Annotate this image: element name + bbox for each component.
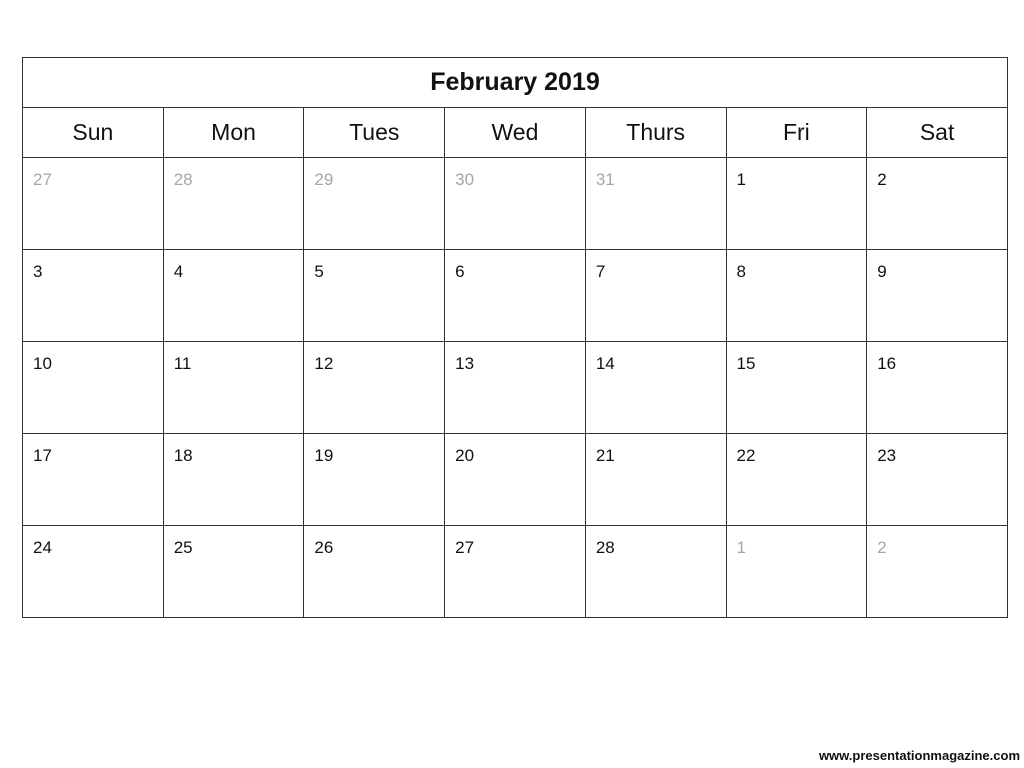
- day-cell[interactable]: 7: [584, 249, 727, 342]
- day-cell[interactable]: 10: [22, 341, 164, 434]
- day-cell-other-month[interactable]: 2: [866, 525, 1008, 618]
- day-cell[interactable]: 16: [866, 341, 1008, 434]
- day-number: 25: [173, 538, 193, 557]
- day-number: 24: [33, 538, 52, 557]
- day-cell-other-month[interactable]: 30: [444, 157, 586, 250]
- day-number: 30: [455, 170, 475, 189]
- day-number: 19: [314, 446, 334, 465]
- day-number: 8: [736, 262, 746, 281]
- weekday-sat: Sat: [866, 107, 1008, 158]
- day-cell-other-month[interactable]: 29: [303, 157, 446, 250]
- day-cell[interactable]: 11: [162, 341, 305, 434]
- day-cell-other-month[interactable]: 28: [162, 157, 305, 250]
- day-cell[interactable]: 3: [22, 249, 164, 342]
- day-cell-other-month[interactable]: 31: [584, 157, 727, 250]
- day-cell[interactable]: 20: [444, 433, 586, 526]
- day-cell[interactable]: 13: [444, 341, 586, 434]
- day-number: 28: [173, 170, 193, 189]
- day-cell[interactable]: 15: [725, 341, 868, 434]
- day-cell[interactable]: 26: [303, 525, 446, 618]
- day-number: 16: [877, 354, 897, 373]
- day-number: 5: [314, 262, 324, 281]
- week-row: 17 18 19 20 21 22 23: [22, 433, 1008, 526]
- day-cell-other-month[interactable]: 1: [725, 525, 868, 618]
- day-number: 29: [314, 170, 334, 189]
- weekday-header-row: Sun Mon Tues Wed Thurs Fri Sat: [22, 107, 1008, 158]
- day-cell[interactable]: 25: [162, 525, 305, 618]
- day-number: 14: [595, 354, 615, 373]
- day-number: 7: [595, 262, 606, 281]
- day-number: 27: [33, 170, 52, 189]
- weekday-fri: Fri: [725, 107, 868, 158]
- day-number: 4: [173, 262, 184, 281]
- day-cell[interactable]: 27: [444, 525, 586, 618]
- day-number: 26: [314, 538, 334, 557]
- day-cell[interactable]: 22: [725, 433, 868, 526]
- weekday-wed: Wed: [444, 107, 586, 158]
- day-cell[interactable]: 1: [725, 157, 868, 250]
- week-row: 10 11 12 13 14 15 16: [22, 341, 1008, 434]
- weekday-thu: Thurs: [584, 107, 727, 158]
- week-row: 24 25 26 27 28 1 2: [22, 525, 1008, 618]
- day-number: 13: [455, 354, 475, 373]
- day-cell[interactable]: 9: [866, 249, 1008, 342]
- day-cell[interactable]: 19: [303, 433, 446, 526]
- day-number: 10: [33, 354, 52, 373]
- day-cell[interactable]: 23: [866, 433, 1008, 526]
- day-cell[interactable]: 2: [866, 157, 1008, 250]
- calendar-grid: February 2019 Sun Mon Tues Wed Thurs Fri…: [22, 57, 1008, 618]
- day-number: 17: [33, 446, 52, 465]
- day-number: 23: [877, 446, 897, 465]
- weekday-mon: Mon: [162, 107, 305, 158]
- day-cell[interactable]: 21: [584, 433, 727, 526]
- day-number: 2: [877, 170, 887, 189]
- day-number: 3: [33, 262, 43, 281]
- day-number: 28: [595, 538, 615, 557]
- day-cell[interactable]: 12: [303, 341, 446, 434]
- day-cell[interactable]: 6: [444, 249, 586, 342]
- day-number: 27: [455, 538, 475, 557]
- day-number: 18: [173, 446, 193, 465]
- day-cell[interactable]: 28: [584, 525, 727, 618]
- weekday-sun: Sun: [22, 107, 164, 158]
- week-row: 3 4 5 6 7 8 9: [22, 249, 1008, 342]
- day-number: 6: [455, 262, 465, 281]
- day-cell[interactable]: 18: [162, 433, 305, 526]
- day-cell[interactable]: 8: [725, 249, 868, 342]
- day-number: 11: [173, 354, 192, 373]
- day-number: 22: [736, 446, 756, 465]
- day-number: 15: [736, 354, 756, 373]
- day-number: 12: [314, 354, 334, 373]
- footer-website: www.presentationmagazine.com: [818, 748, 1020, 763]
- day-cell-other-month[interactable]: 27: [22, 157, 164, 250]
- day-cell[interactable]: 17: [22, 433, 164, 526]
- day-cell[interactable]: 4: [162, 249, 305, 342]
- day-cell[interactable]: 5: [303, 249, 446, 342]
- day-number: 21: [595, 446, 615, 465]
- day-cell[interactable]: 24: [22, 525, 164, 618]
- day-number: 2: [877, 538, 887, 557]
- day-number: 1: [736, 170, 746, 189]
- day-number: 31: [595, 170, 615, 189]
- weekday-tue: Tues: [303, 107, 446, 158]
- day-number: 9: [877, 262, 887, 281]
- calendar-title: February 2019: [22, 57, 1008, 108]
- week-row: 27 28 29 30 31 1 2: [22, 157, 1008, 250]
- day-cell[interactable]: 14: [584, 341, 727, 434]
- day-number: 1: [736, 538, 746, 557]
- day-number: 20: [455, 446, 475, 465]
